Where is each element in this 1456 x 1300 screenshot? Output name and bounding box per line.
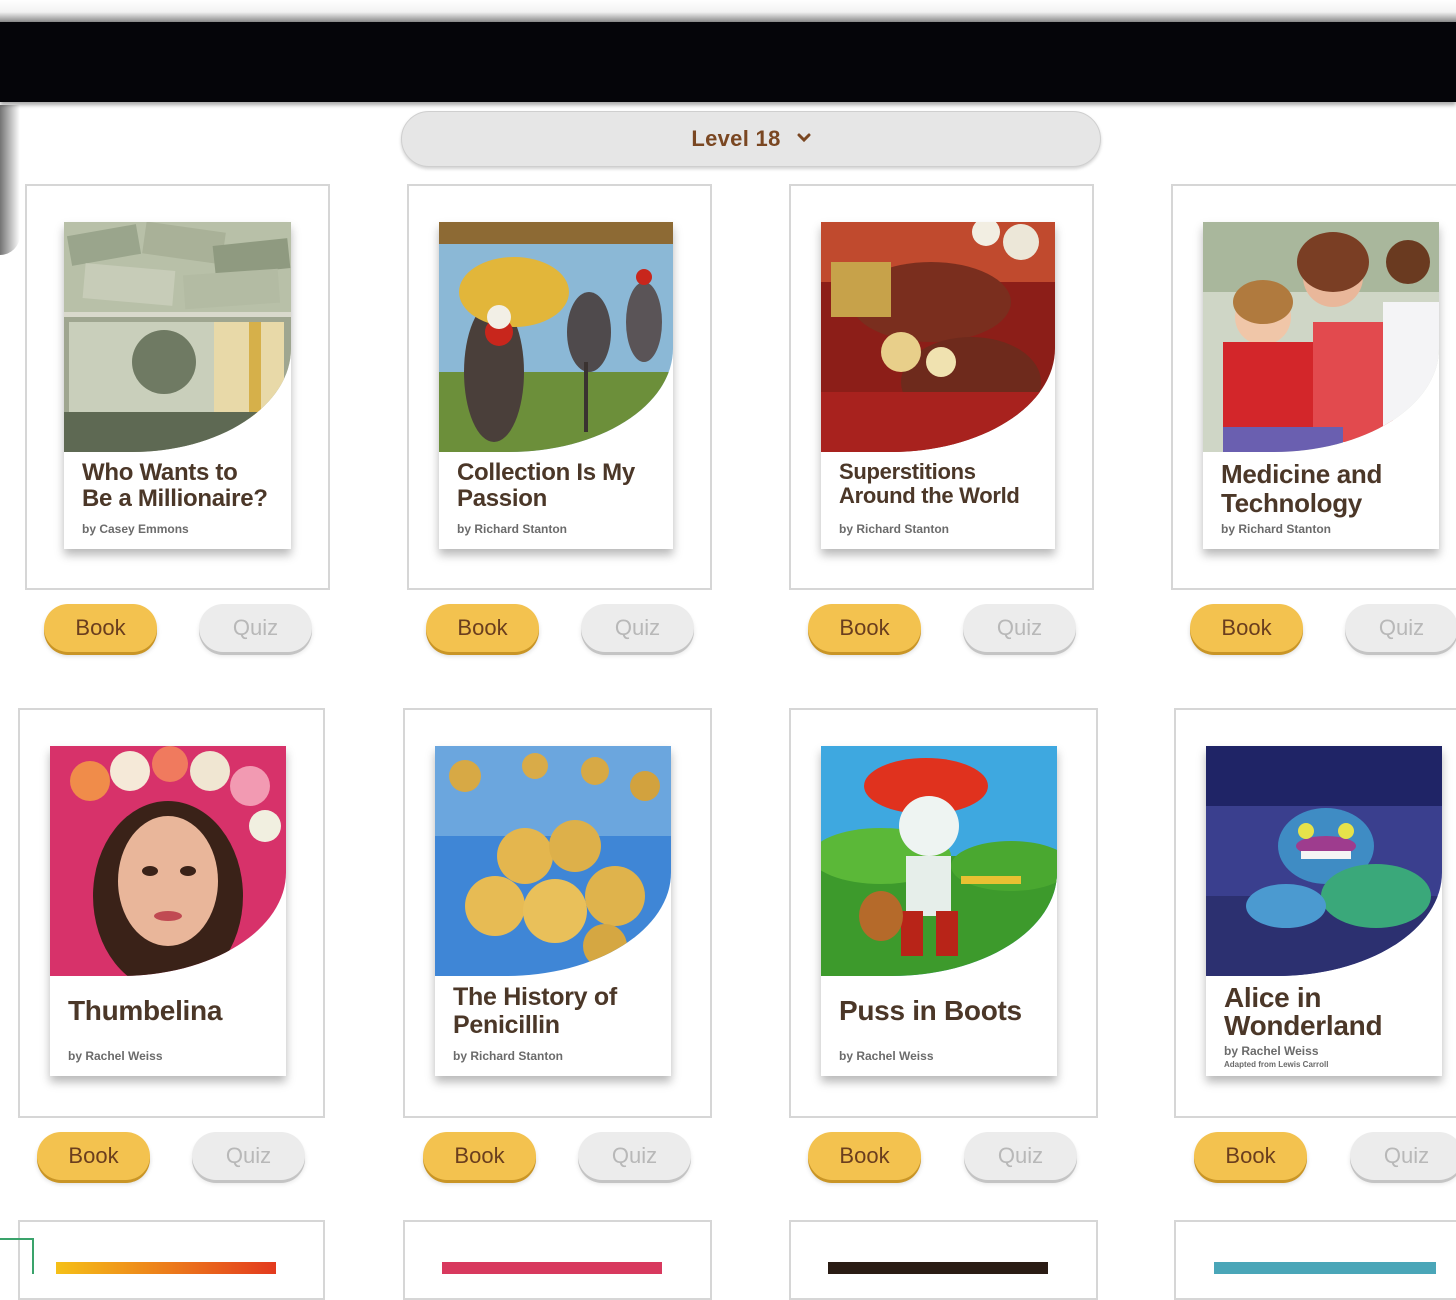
book-title: Puss in Boots bbox=[839, 995, 1047, 1027]
book-title: Thumbelina bbox=[68, 995, 276, 1027]
book-title-line: Who Wants to bbox=[82, 459, 238, 486]
book-card[interactable]: The History of Penicillin by Richard Sta… bbox=[403, 708, 712, 1118]
book-cover[interactable]: Superstitions Around the World by Richar… bbox=[821, 222, 1055, 549]
book-button[interactable]: Book bbox=[423, 1132, 536, 1180]
book-button[interactable]: Book bbox=[808, 1132, 921, 1180]
book-button[interactable]: Book bbox=[44, 604, 157, 652]
book-title-line: Superstitions bbox=[839, 459, 976, 484]
book-author: by Casey Emmons bbox=[82, 522, 189, 536]
book-title-line: Passion bbox=[457, 485, 547, 513]
book-title-line: Technology bbox=[1221, 487, 1362, 518]
book-title: Medicine and Technology bbox=[1221, 460, 1429, 517]
book-adaptation-note: Adapted from Lewis Carroll bbox=[1224, 1060, 1329, 1069]
quiz-button[interactable]: Quiz bbox=[192, 1132, 305, 1180]
book-title-line: Thumbelina bbox=[68, 995, 223, 1026]
chevron-down-icon bbox=[797, 130, 811, 148]
book-button[interactable]: Book bbox=[1194, 1132, 1307, 1180]
book-card[interactable] bbox=[789, 1220, 1098, 1300]
book-card[interactable]: Puss in Boots by Rachel Weiss bbox=[789, 708, 1098, 1118]
book-author: by Rachel Weiss bbox=[68, 1049, 163, 1063]
book-cover[interactable]: Alice in Wonderland by Rachel Weiss Adap… bbox=[1206, 746, 1442, 1076]
cover-image-cat-in-boots bbox=[821, 746, 1057, 976]
book-author: by Richard Stanton bbox=[1221, 522, 1332, 536]
book-cover[interactable]: The History of Penicillin by Richard Sta… bbox=[435, 746, 671, 1076]
quiz-button[interactable]: Quiz bbox=[964, 1132, 1077, 1180]
side-panel-edge bbox=[0, 105, 20, 255]
book-cover[interactable] bbox=[828, 1262, 1048, 1274]
cover-image-money bbox=[64, 222, 291, 452]
quiz-button[interactable]: Quiz bbox=[1350, 1132, 1456, 1180]
book-title-line: Medicine and bbox=[1221, 459, 1383, 489]
book-title-line: Around the World bbox=[839, 483, 1020, 509]
level-selector-label: Level 18 bbox=[691, 126, 781, 151]
cover-image-cranes bbox=[439, 222, 673, 452]
book-title-line: Wonderland bbox=[1224, 1010, 1383, 1041]
book-cover[interactable] bbox=[56, 1262, 276, 1274]
book-title-line: Puss in Boots bbox=[839, 995, 1022, 1026]
book-card[interactable] bbox=[18, 1220, 325, 1300]
window-top-edge bbox=[0, 0, 1456, 22]
book-title: Superstitions Around the World bbox=[839, 459, 1045, 509]
book-button[interactable]: Book bbox=[37, 1132, 150, 1180]
book-title: Collection Is My Passion bbox=[457, 459, 663, 513]
book-button[interactable]: Book bbox=[1190, 604, 1303, 652]
cover-image-henna-hands bbox=[821, 222, 1055, 452]
book-author: by Rachel Weiss bbox=[839, 1049, 934, 1063]
cover-image-flower-crown bbox=[50, 746, 286, 976]
quiz-button[interactable]: Quiz bbox=[963, 604, 1076, 652]
book-card[interactable]: Alice in Wonderland by Rachel Weiss Adap… bbox=[1174, 708, 1456, 1118]
quiz-button[interactable]: Quiz bbox=[581, 604, 694, 652]
book-author: by Richard Stanton bbox=[457, 522, 568, 536]
quiz-button[interactable]: Quiz bbox=[578, 1132, 691, 1180]
book-cover[interactable]: Thumbelina by Rachel Weiss bbox=[50, 746, 286, 1076]
header-bar bbox=[0, 22, 1456, 102]
book-title-line: Penicillin bbox=[453, 1010, 560, 1039]
book-author: by Richard Stanton bbox=[453, 1049, 564, 1063]
book-card[interactable]: Superstitions Around the World by Richar… bbox=[789, 184, 1094, 590]
book-card[interactable]: Who Wants to Be a Millionaire? by Casey … bbox=[25, 184, 330, 590]
book-author: by Rachel Weiss bbox=[1224, 1044, 1319, 1058]
book-card[interactable]: Thumbelina by Rachel Weiss bbox=[18, 708, 325, 1118]
book-cover[interactable] bbox=[1214, 1262, 1436, 1274]
book-cover[interactable]: Medicine and Technology by Richard Stant… bbox=[1203, 222, 1439, 549]
focus-outline bbox=[0, 1238, 34, 1274]
book-button[interactable]: Book bbox=[808, 604, 921, 652]
book-title-line: Alice in bbox=[1224, 982, 1322, 1013]
book-card[interactable] bbox=[403, 1220, 712, 1300]
book-card[interactable]: Collection Is My Passion by Richard Stan… bbox=[407, 184, 712, 590]
book-title-line: Collection Is My bbox=[457, 459, 635, 486]
level-selector[interactable]: Level 18 bbox=[401, 111, 1101, 167]
cover-image-doctor-child bbox=[1203, 222, 1439, 452]
cover-image-bacteria bbox=[435, 746, 671, 976]
book-card[interactable] bbox=[1174, 1220, 1456, 1300]
book-cover[interactable]: Puss in Boots by Rachel Weiss bbox=[821, 746, 1057, 1076]
book-author: by Richard Stanton bbox=[839, 522, 950, 536]
book-card[interactable]: Medicine and Technology by Richard Stant… bbox=[1171, 184, 1456, 590]
quiz-button[interactable]: Quiz bbox=[199, 604, 312, 652]
book-title: Who Wants to Be a Millionaire? bbox=[82, 459, 281, 513]
book-title-line: Be a Millionaire? bbox=[82, 485, 268, 513]
book-title: The History of Penicillin bbox=[453, 983, 661, 1039]
book-button[interactable]: Book bbox=[426, 604, 539, 652]
book-title: Alice in Wonderland bbox=[1224, 984, 1432, 1040]
book-cover[interactable]: Collection Is My Passion by Richard Stan… bbox=[439, 222, 673, 549]
book-title-line: The History of bbox=[453, 983, 617, 1011]
quiz-button[interactable]: Quiz bbox=[1345, 604, 1456, 652]
book-cover[interactable]: Who Wants to Be a Millionaire? by Casey … bbox=[64, 222, 291, 549]
cover-image-cheshire-cat bbox=[1206, 746, 1442, 976]
book-cover[interactable] bbox=[442, 1262, 662, 1274]
